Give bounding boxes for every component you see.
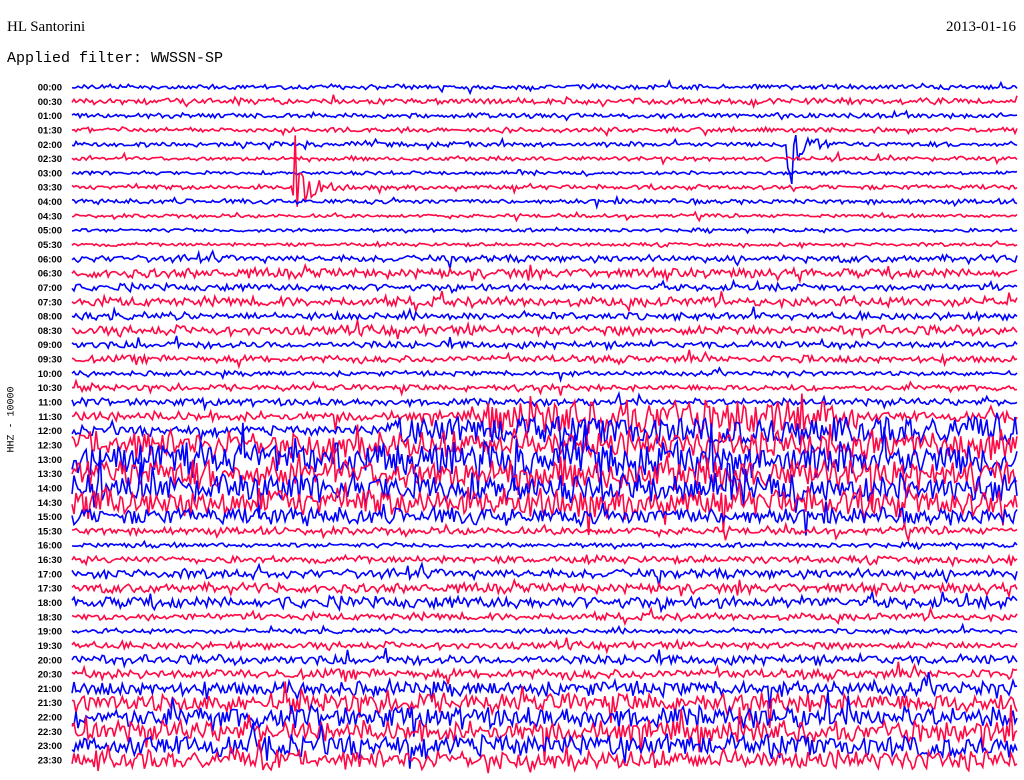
time-label: 08:00 [38,312,62,323]
trace-2000 [71,647,1018,669]
time-label: 20:00 [38,655,62,666]
time-label: 14:30 [38,498,62,509]
helicorder-plot: 00:00 00:30 01:00 01:30 02:00 02:30 03:00 03:30… [38,79,1018,774]
time-label: 16:00 [38,541,62,552]
trace-1700 [71,561,1018,587]
time-label: 11:30 [38,412,62,423]
trace-0630 [71,262,1018,285]
time-label: 05:30 [38,240,62,251]
trace-0400 [71,194,1018,210]
time-label: 13:30 [38,469,62,480]
time-label: 07:00 [38,283,62,294]
trace-0530 [71,240,1018,250]
trace-0300 [71,168,1018,178]
trace-1600 [71,539,1018,551]
time-label: 18:30 [38,612,62,623]
time-label: 04:00 [38,197,62,208]
time-label: 03:30 [38,183,62,194]
trace-0730 [71,290,1018,314]
time-label: 17:30 [38,584,62,595]
time-label: 10:30 [38,383,62,394]
time-label: 16:30 [38,555,62,566]
time-label: 23:30 [38,756,62,767]
time-label: 23:00 [38,741,62,752]
time-label: 17:00 [38,569,62,580]
time-label: 19:30 [38,641,62,652]
time-label: 12:00 [38,426,62,437]
time-label: 10:00 [38,369,62,380]
trace-0900 [71,335,1018,352]
trace-1100 [71,390,1018,412]
trace-2030 [71,661,1018,685]
trace-0130 [71,125,1018,138]
trace-1900 [71,622,1018,636]
time-label: 21:30 [38,698,62,709]
time-label: 12:30 [38,440,62,451]
trace-0700 [71,278,1018,295]
time-label: 06:30 [38,269,62,280]
time-label: 21:00 [38,684,62,695]
time-label: 14:00 [38,483,62,494]
trace-1630 [71,553,1018,568]
time-label: 15:30 [38,526,62,537]
trace-0930 [71,349,1018,370]
time-label: 00:30 [38,97,62,108]
trace-1930 [71,637,1018,655]
time-label: 06:00 [38,254,62,265]
trace-0230 [71,150,1018,166]
trace-1030 [71,378,1018,397]
time-label: 00:00 [38,83,62,94]
trace-0000 [71,79,1018,96]
trace-0830 [71,319,1018,340]
trace-1530 [71,520,1018,544]
time-label: 08:30 [38,326,62,337]
time-label: 09:00 [38,340,62,351]
trace-1730 [71,577,1018,600]
trace-0330 [71,135,1018,207]
time-label: 02:30 [38,154,62,165]
trace-0030 [71,94,1018,110]
time-label: 09:30 [38,355,62,366]
trace-1830 [71,605,1018,626]
time-label: 02:00 [38,140,62,151]
time-label: 05:00 [38,226,62,237]
time-label: 07:30 [38,297,62,308]
time-label: 19:00 [38,627,62,638]
trace-1800 [71,591,1018,614]
time-label: 11:00 [38,398,62,409]
trace-0600 [71,249,1018,269]
trace-0500 [71,226,1018,235]
trace-0100 [71,109,1018,122]
time-label: 01:30 [38,125,62,136]
time-label: 20:30 [38,670,62,681]
time-label: 15:00 [38,512,62,523]
time-label: 03:00 [38,168,62,179]
time-label: 04:30 [38,211,62,222]
time-label: 13:00 [38,455,62,466]
time-label: 22:30 [38,727,62,738]
trace-0800 [71,306,1018,323]
trace-1000 [71,366,1018,384]
time-label: 01:00 [38,111,62,122]
time-label: 22:00 [38,713,62,724]
time-label: 18:00 [38,598,62,609]
trace-0430 [71,210,1018,223]
